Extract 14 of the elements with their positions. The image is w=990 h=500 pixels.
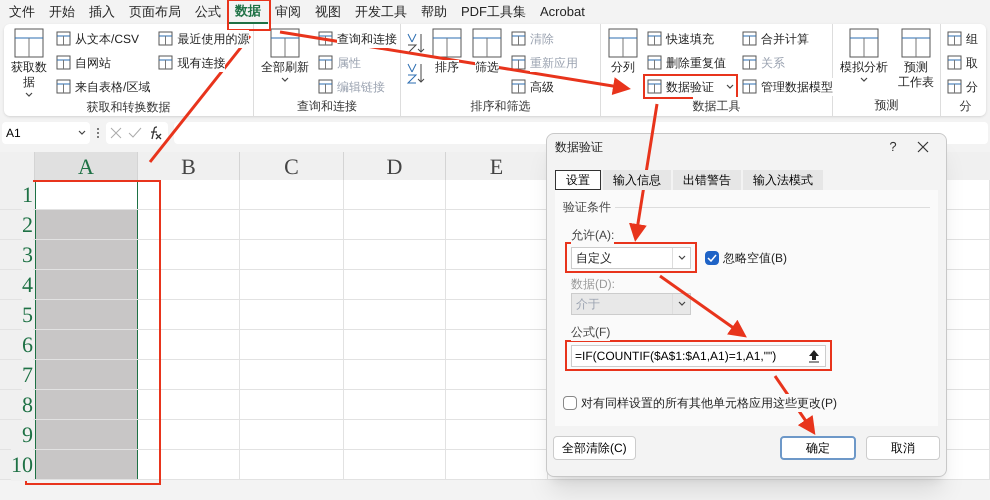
field-label: 公式(F)	[571, 323, 610, 341]
field-label: 数据(D):	[571, 275, 615, 293]
ribbon-group-label: 分	[960, 97, 972, 116]
section-label: 验证条件	[563, 199, 611, 216]
ribbon-group-label: 数据工具	[692, 97, 740, 116]
ribbon-group-label: 查询和连接	[297, 97, 357, 116]
dropdown: 介于	[571, 293, 691, 315]
ribbon-group-label: 预测	[874, 96, 898, 116]
ribbon-group-label: 获取和转换数据	[86, 98, 170, 116]
dialog-title: 数据验证	[555, 139, 604, 156]
checkbox-label: 对有同样设置的所有其他单元格应用这些更改(P)	[581, 394, 837, 412]
field-label: 允许(A):	[571, 226, 614, 244]
ribbon-group-label: 排序和筛选	[470, 97, 530, 116]
checkbox-label: 忽略空值(B)	[723, 250, 787, 267]
